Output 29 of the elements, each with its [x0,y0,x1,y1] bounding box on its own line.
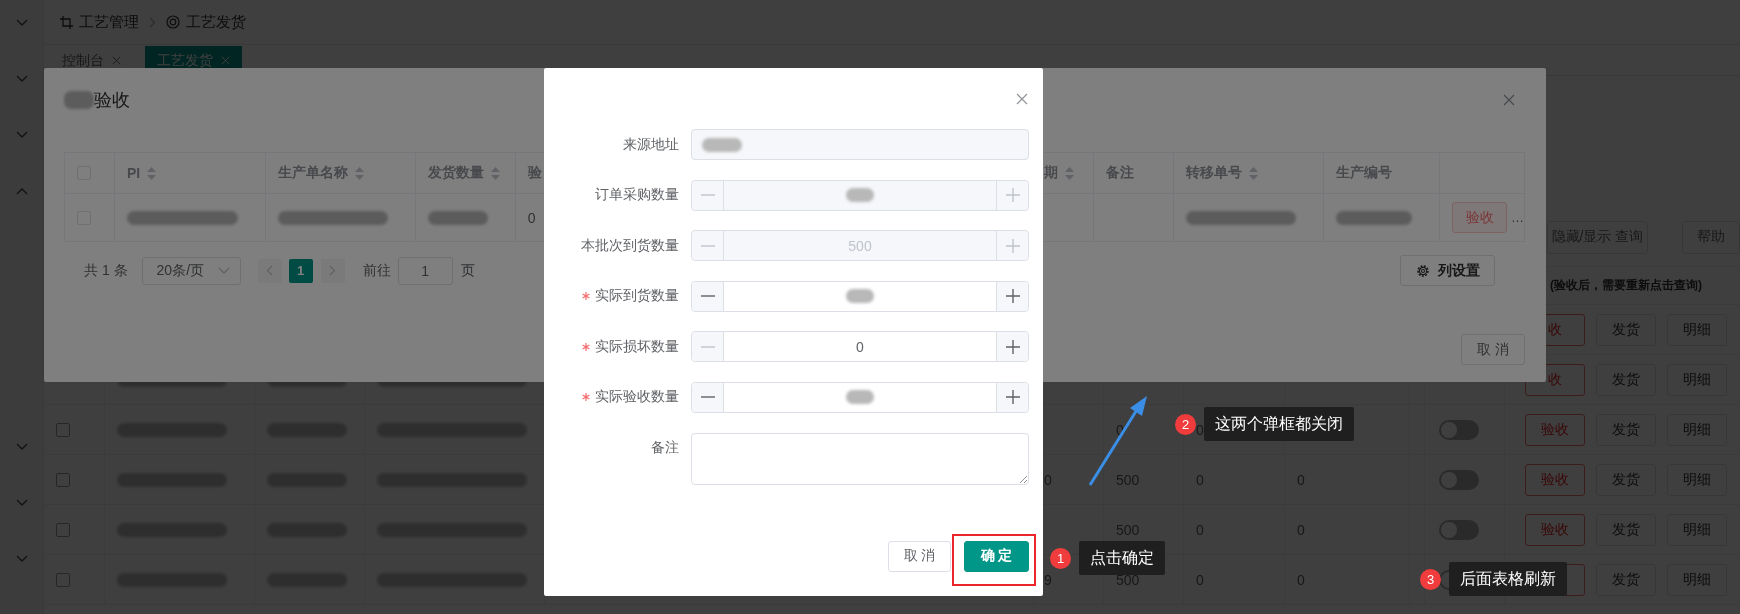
more-text: … [1511,210,1524,225]
number-field[interactable]: 0 [691,331,1029,363]
number-badge: 3 [1420,568,1441,590]
goto-label: 前往 [362,261,391,280]
field-value: 0 [856,338,864,355]
column-settings-button[interactable]: 列设置 [1400,255,1495,286]
callout-label: 后面表格刷新 [1449,562,1567,596]
field-label: 实际验收数量 [595,388,679,407]
field-label: 备注 [651,439,679,458]
field-label: 本批次到货数量 [581,236,679,255]
page-size-select[interactable]: 20条/页 [141,256,241,285]
callout-label: 点击确定 [1079,541,1165,575]
callout-label: 这两个弹框都关闭 [1204,407,1354,441]
page-button[interactable]: 1 [288,258,313,283]
number-badge: 1 [1050,547,1071,569]
cancel-button[interactable]: 取 消 [1461,334,1525,365]
field-label: 实际到货数量 [595,287,679,306]
table-cell: 0 [527,209,536,226]
confirm-button[interactable]: 确 定 [964,540,1029,572]
dialog-title: 验收 [94,89,130,112]
page-input[interactable]: 1 [397,256,453,285]
cancel-button[interactable]: 取 消 [888,540,951,572]
page-unit: 页 [460,261,475,280]
number-badge: 2 [1175,413,1196,435]
field-label: 实际损坏数量 [595,337,679,356]
field-label: 来源地址 [623,135,679,154]
field-label: 订单采购数量 [595,186,679,205]
accept-button[interactable]: 验收 [1452,202,1507,233]
total-count: 共 1 条 [84,261,128,280]
